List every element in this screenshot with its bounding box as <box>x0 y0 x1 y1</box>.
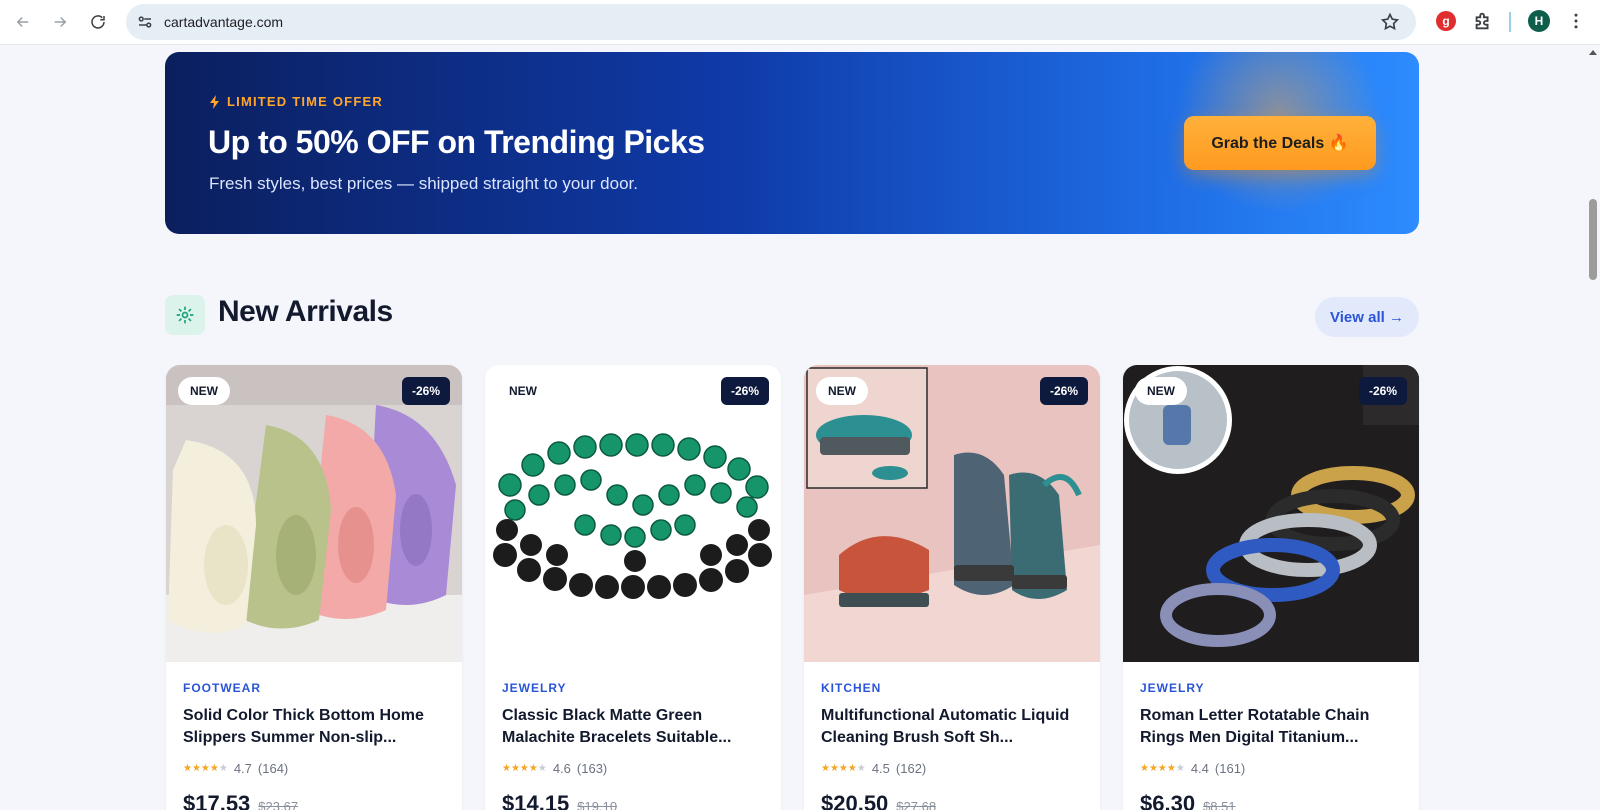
sparkle-icon <box>176 306 194 324</box>
promo-title: Up to 50% OFF on Trending Picks <box>208 124 705 160</box>
scroll-up-arrow-icon[interactable] <box>1589 50 1597 55</box>
promo-subtitle: Fresh styles, best prices — shipped stra… <box>209 174 638 193</box>
star-rating-icon: ★★★★★ <box>502 763 547 774</box>
new-badge: NEW <box>497 377 549 405</box>
reload-icon <box>91 15 105 29</box>
current-price: $14.15 <box>502 791 570 810</box>
product-title[interactable]: Classic Black Matte Green Malachite Brac… <box>502 705 764 749</box>
promo-tag-text: LIMITED TIME OFFER <box>227 94 383 109</box>
url-text[interactable]: cartadvantage.com <box>164 14 283 30</box>
rating-value: 4.4 <box>1190 761 1209 776</box>
slippers-image <box>166 365 462 662</box>
product-image[interactable] <box>166 365 462 662</box>
product-card[interactable]: NEW -26% FOOTWEAR Solid Color Thick Bott… <box>166 365 462 810</box>
site-settings-icon[interactable] <box>136 13 154 31</box>
new-badge: NEW <box>816 377 868 405</box>
product-rating: ★★★★★ 4.7 (164) <box>183 761 288 776</box>
product-category: FOOTWEAR <box>183 681 261 695</box>
discount-badge: -26% <box>1039 377 1088 405</box>
kebab-menu-icon[interactable] <box>1566 11 1586 31</box>
star-rating-icon: ★★★★★ <box>1140 763 1185 774</box>
original-price: $8.51 <box>1203 799 1236 810</box>
review-count: (161) <box>1214 761 1246 776</box>
review-count: (164) <box>257 761 289 776</box>
star-rating-icon: ★★★★★ <box>183 763 228 774</box>
product-image[interactable] <box>1123 365 1419 662</box>
promo-tag: LIMITED TIME OFFER <box>209 94 383 109</box>
back-button[interactable] <box>9 8 37 36</box>
product-card[interactable]: NEW -26% JEWELRY Roman Letter Rotatable … <box>1123 365 1419 810</box>
cleaning-brush-image <box>804 365 1100 662</box>
new-badge: NEW <box>178 377 230 405</box>
product-rating: ★★★★★ 4.6 (163) <box>502 761 607 776</box>
product-price: $17.53 $23.67 <box>183 791 298 810</box>
browser-toolbar: cartadvantage.com g H <box>0 0 1600 45</box>
bookmark-star-icon[interactable] <box>1380 12 1400 32</box>
discount-badge: -26% <box>1358 377 1407 405</box>
page-scrollbar[interactable] <box>1586 45 1600 810</box>
rating-value: 4.5 <box>871 761 890 776</box>
grab-deals-button[interactable]: Grab the Deals 🔥 <box>1184 116 1376 170</box>
product-category: JEWELRY <box>502 681 567 695</box>
extensions-puzzle-icon[interactable] <box>1472 10 1494 32</box>
section-icon <box>165 295 205 335</box>
current-price: $6.30 <box>1140 791 1196 810</box>
arrow-left-icon <box>16 16 29 28</box>
rating-value: 4.6 <box>552 761 571 776</box>
product-card[interactable]: NEW -26% JEWELRY Classic Black Matte Gre… <box>485 365 781 810</box>
product-image[interactable] <box>804 365 1100 662</box>
product-title[interactable]: Solid Color Thick Bottom Home Slippers S… <box>183 705 445 749</box>
product-title[interactable]: Multifunctional Automatic Liquid Cleanin… <box>821 705 1083 749</box>
section-title: New Arrivals <box>218 295 393 328</box>
toolbar-divider <box>1509 12 1511 32</box>
product-category: KITCHEN <box>821 681 882 695</box>
reload-button[interactable] <box>84 8 112 36</box>
product-title[interactable]: Roman Letter Rotatable Chain Rings Men D… <box>1140 705 1402 749</box>
star-rating-icon: ★★★★★ <box>821 763 866 774</box>
view-all-button[interactable]: View all → <box>1315 297 1419 337</box>
bracelets-image <box>485 365 781 662</box>
discount-badge: -26% <box>720 377 769 405</box>
original-price: $27.68 <box>896 799 937 810</box>
rings-image <box>1123 365 1419 662</box>
product-price: $6.30 $8.51 <box>1140 791 1236 810</box>
product-rating: ★★★★★ 4.5 (162) <box>821 761 926 776</box>
arrow-right-icon <box>54 16 67 28</box>
original-price: $23.67 <box>258 799 299 810</box>
product-price: $20.50 $27.68 <box>821 791 936 810</box>
profile-avatar[interactable]: H <box>1528 10 1550 32</box>
product-image[interactable] <box>485 365 781 662</box>
current-price: $17.53 <box>183 791 251 810</box>
current-price: $20.50 <box>821 791 889 810</box>
lightning-icon <box>210 94 219 109</box>
original-price: $19.10 <box>577 799 618 810</box>
product-card[interactable]: NEW -26% KITCHEN Multifunctional Automat… <box>804 365 1100 810</box>
review-count: (163) <box>576 761 608 776</box>
product-category: JEWELRY <box>1140 681 1205 695</box>
scroll-thumb[interactable] <box>1589 199 1597 280</box>
product-price: $14.15 $19.10 <box>502 791 617 810</box>
discount-badge: -26% <box>401 377 450 405</box>
review-count: (162) <box>895 761 927 776</box>
address-bar[interactable]: cartadvantage.com <box>126 4 1416 40</box>
new-badge: NEW <box>1135 377 1187 405</box>
product-rating: ★★★★★ 4.4 (161) <box>1140 761 1245 776</box>
grammarly-extension-icon[interactable]: g <box>1436 11 1456 31</box>
rating-value: 4.7 <box>233 761 252 776</box>
forward-button[interactable] <box>46 8 74 36</box>
promo-banner: LIMITED TIME OFFER Up to 50% OFF on Tren… <box>165 52 1419 234</box>
